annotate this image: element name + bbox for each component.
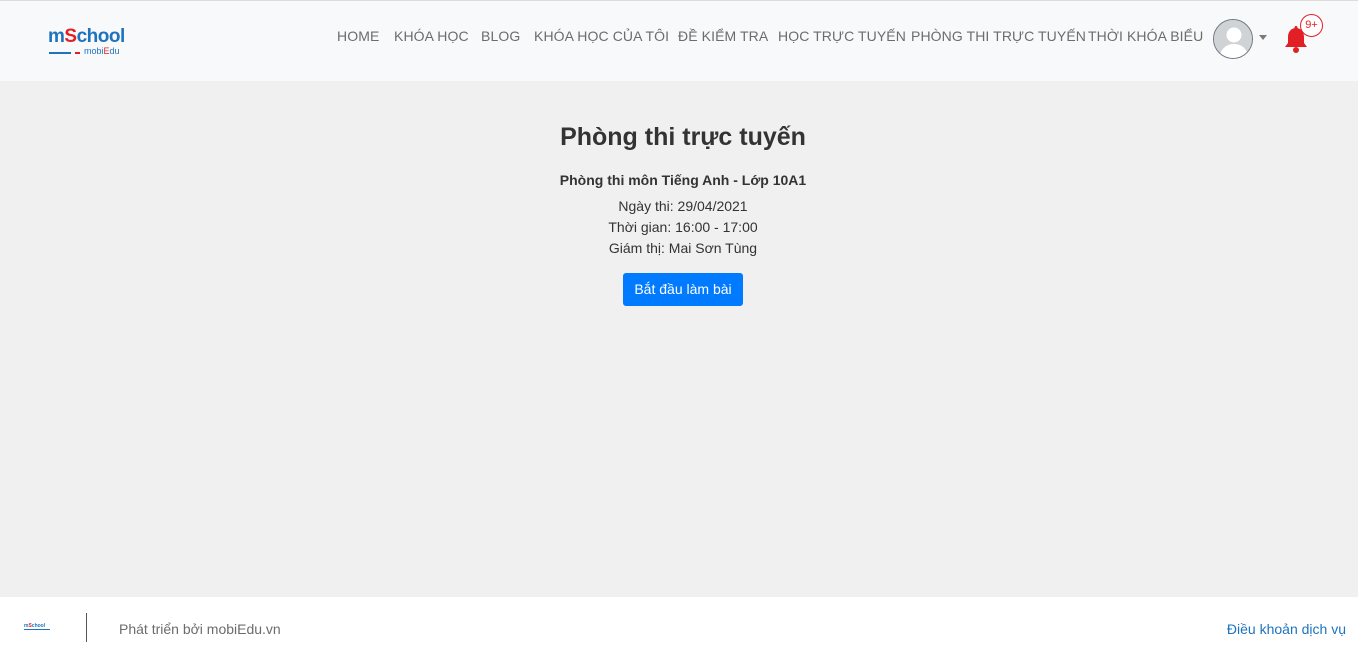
nav-item-online-exam-room[interactable]: PHÒNG THI TRỰC TUYẾN [911,28,1086,44]
nav-item-timetable[interactable]: THỜI KHÓA BIỂU [1088,28,1203,44]
exam-room-name: Phòng thi môn Tiếng Anh - Lớp 10A1 [559,172,807,188]
terms-of-service-link[interactable]: Điều khoản dịch vụ [1227,621,1346,637]
chevron-down-icon[interactable] [1259,35,1267,40]
footer-divider [86,613,87,642]
exam-date: Ngày thi: 29/04/2021 [618,198,748,214]
page-title: Phòng thi trực tuyến [560,123,806,151]
footer-logo-underline [24,629,50,630]
top-navbar: mSchool mobiEdu HOME KHÓA HỌC BLOG KHÓA … [0,0,1358,81]
footer: mSchool Phát triển bởi mobiEdu.vn Điều k… [0,597,1358,654]
user-avatar-icon[interactable] [1213,19,1253,59]
exam-time: Thời gian: 16:00 - 17:00 [608,219,758,235]
exam-proctor: Giám thị: Mai Sơn Tùng [608,240,758,256]
footer-logo[interactable]: mSchool [24,623,52,633]
nav-item-home[interactable]: HOME [337,28,379,44]
logo-wordmark: mSchool [48,26,125,47]
start-exam-button[interactable]: Bắt đầu làm bài [623,273,743,306]
logo-subtitle: mobiEdu [84,46,120,56]
nav-item-my-courses[interactable]: KHÓA HỌC CỦA TÔI [534,28,669,44]
footer-developed-by: Phát triển bởi mobiEdu.vn [119,621,281,637]
mschool-logo[interactable]: mSchool mobiEdu [48,27,138,57]
nav-item-courses[interactable]: KHÓA HỌC [394,28,469,44]
nav-item-online-learning[interactable]: HỌC TRỰC TUYẾN [778,28,906,44]
nav-item-tests[interactable]: ĐỀ KIỂM TRA [678,28,768,44]
main-content: Phòng thi trực tuyến Phòng thi môn Tiếng… [0,81,1358,597]
notification-badge[interactable]: 9+ [1300,14,1323,37]
logo-underline-accent [75,52,80,54]
logo-underline [49,52,71,54]
nav-item-blog[interactable]: BLOG [481,28,520,44]
